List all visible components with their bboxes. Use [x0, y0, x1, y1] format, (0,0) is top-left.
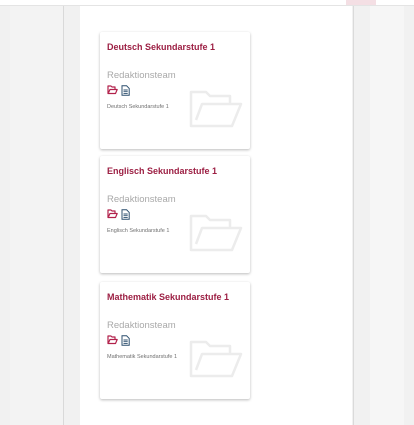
folder-watermark-icon [189, 340, 243, 378]
card-description: Englisch Sekundarstufe 1 [107, 228, 170, 234]
card-title[interactable]: Englisch Sekundarstufe 1 [107, 166, 217, 176]
collection-card-deutsch[interactable]: Deutsch Sekundarstufe 1 Redaktionsteam D… [100, 32, 250, 149]
document-icon [121, 84, 130, 96]
card-type-icons [107, 84, 130, 96]
left-panel [10, 6, 63, 425]
card-author: Redaktionsteam [107, 320, 176, 331]
card-type-icons [107, 334, 130, 346]
folder-icon [107, 85, 118, 95]
card-title[interactable]: Mathematik Sekundarstufe 1 [107, 292, 229, 302]
card-description: Deutsch Sekundarstufe 1 [107, 104, 169, 110]
folder-watermark-icon [189, 90, 243, 128]
card-author: Redaktionsteam [107, 194, 176, 205]
left-divider [63, 6, 64, 425]
right-divider [353, 6, 354, 425]
card-description: Mathematik Sekundarstufe 1 [107, 354, 178, 360]
folder-icon [107, 209, 118, 219]
folder-watermark-icon [189, 214, 243, 252]
top-bar-accent [346, 0, 376, 5]
collection-card-mathematik[interactable]: Mathematik Sekundarstufe 1 Redaktionstea… [100, 282, 250, 399]
folder-icon [107, 335, 118, 345]
document-icon [121, 208, 130, 220]
card-type-icons [107, 208, 130, 220]
card-title[interactable]: Deutsch Sekundarstufe 1 [107, 42, 215, 52]
collection-card-englisch[interactable]: Englisch Sekundarstufe 1 Redaktionsteam … [100, 156, 250, 273]
right-panel [370, 6, 404, 425]
document-icon [121, 334, 130, 346]
card-author: Redaktionsteam [107, 70, 176, 81]
